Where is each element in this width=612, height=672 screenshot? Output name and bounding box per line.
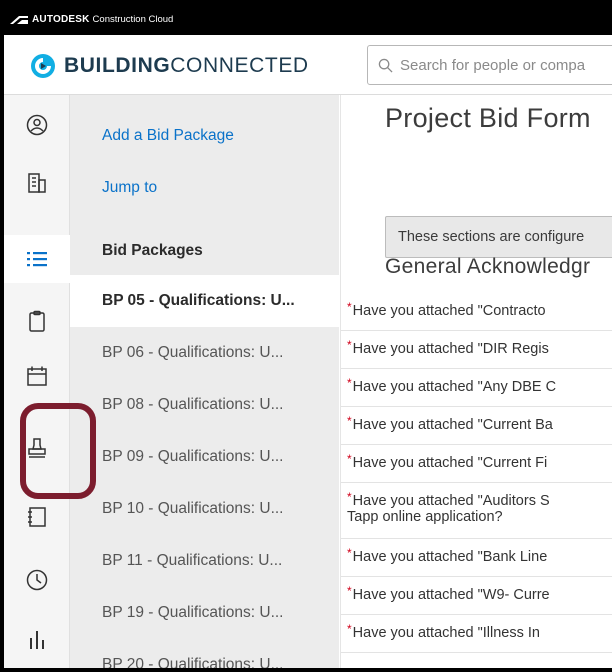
clock-icon bbox=[26, 569, 48, 591]
question-text: Have you attached "DIR Regis bbox=[352, 341, 549, 357]
question-row[interactable]: *Have you attached "Illness In bbox=[341, 615, 612, 653]
required-marker: * bbox=[347, 452, 352, 466]
question-row[interactable]: *Have you attached "Bank Line bbox=[341, 539, 612, 577]
bid-package-item[interactable]: BP 11 - Qualifications: U... bbox=[70, 535, 339, 587]
bid-package-item[interactable]: BP 20 - Qualifications: U... bbox=[70, 639, 339, 668]
bid-package-item[interactable]: BP 09 - Qualifications: U... bbox=[70, 431, 339, 483]
required-marker: * bbox=[347, 546, 352, 560]
bid-form-panel: Project Bid Form These sections are conf… bbox=[340, 95, 612, 668]
rail-notes[interactable] bbox=[4, 493, 70, 541]
question-row[interactable]: *Have you attached "Contracto bbox=[341, 293, 612, 331]
bid-packages-heading: Bid Packages bbox=[102, 242, 203, 259]
required-marker: * bbox=[347, 584, 352, 598]
app-header: BUILDINGCONNECTED bbox=[4, 35, 612, 95]
jump-to-link[interactable]: Jump to bbox=[102, 179, 157, 197]
question-text: Have you attached "Contracto bbox=[352, 303, 546, 319]
bid-package-item[interactable]: BP 08 - Qualifications: U... bbox=[70, 379, 339, 431]
bar-chart-icon bbox=[30, 631, 44, 649]
rail-qualifications[interactable] bbox=[4, 424, 70, 472]
search-input[interactable] bbox=[400, 56, 612, 74]
question-text: Have you attached "Any DBE C bbox=[352, 379, 557, 395]
question-row[interactable]: *Have you attached "Any DBE C bbox=[341, 369, 612, 407]
add-bid-package-link[interactable]: Add a Bid Package bbox=[102, 127, 234, 145]
calendar-icon bbox=[27, 366, 47, 386]
rail-companies[interactable] bbox=[4, 159, 70, 207]
building-icon bbox=[28, 173, 46, 193]
bid-package-item[interactable]: BP 06 - Qualifications: U... bbox=[70, 327, 339, 379]
autodesk-top-bar: AUTODESK Construction Cloud bbox=[4, 4, 612, 35]
required-marker: * bbox=[347, 490, 352, 504]
question-row[interactable]: *Have you attached "W9- Curre bbox=[341, 577, 612, 615]
autodesk-logo-icon bbox=[10, 15, 28, 24]
question-text: Have you attached "Current Fi bbox=[352, 455, 548, 471]
notebook-icon bbox=[28, 507, 46, 527]
rail-bid-board[interactable] bbox=[4, 235, 70, 283]
logo-mark-icon bbox=[31, 54, 55, 78]
autodesk-brand: AUTODESK bbox=[32, 14, 90, 25]
question-text: Have you attached "Bank Line bbox=[352, 549, 548, 565]
required-marker: * bbox=[347, 622, 352, 636]
buildingconnected-logo[interactable]: BUILDINGCONNECTED bbox=[30, 53, 309, 79]
rail-analytics[interactable] bbox=[4, 615, 70, 663]
question-text: Have you attached "Auditors S bbox=[352, 493, 550, 509]
question-text: Have you attached "W9- Curre bbox=[352, 587, 550, 603]
product-name: Construction Cloud bbox=[92, 14, 174, 25]
clipboard-icon bbox=[29, 310, 45, 332]
rail-calendar[interactable] bbox=[4, 352, 70, 400]
bid-package-item[interactable]: BP 10 - Qualifications: U... bbox=[70, 483, 339, 535]
list-icon bbox=[27, 252, 47, 267]
page-title: Project Bid Form bbox=[385, 103, 591, 133]
question-text: Have you attached "Illness In bbox=[352, 625, 540, 641]
question-text-line2: Tapp online application? bbox=[347, 509, 503, 525]
rail-profile[interactable] bbox=[4, 101, 70, 149]
app-window: AUTODESK Construction Cloud BUILDINGCONN… bbox=[4, 4, 612, 668]
search-box[interactable] bbox=[367, 45, 612, 85]
logo-text-bold: BUILDING bbox=[64, 54, 171, 77]
search-icon bbox=[378, 58, 393, 73]
question-row[interactable]: *Have you attached "Current Fi bbox=[341, 445, 612, 483]
bid-package-sidebar: Add a Bid Package Jump to Bid Packages B… bbox=[70, 95, 339, 668]
question-row[interactable]: *Have you attached "DIR Regis bbox=[341, 331, 612, 369]
required-marker: * bbox=[347, 300, 352, 314]
configuration-notice: These sections are configure bbox=[385, 216, 612, 258]
required-marker: * bbox=[347, 338, 352, 352]
required-marker: * bbox=[347, 376, 352, 390]
bid-package-item[interactable]: BP 05 - Qualifications: U... bbox=[70, 275, 339, 327]
bid-package-item[interactable]: BP 19 - Qualifications: U... bbox=[70, 587, 339, 639]
profile-icon bbox=[26, 114, 48, 136]
rail-history[interactable] bbox=[4, 556, 70, 604]
required-marker: * bbox=[347, 414, 352, 428]
question-row[interactable]: *Have you attached "Current Ba bbox=[341, 407, 612, 445]
section-heading: General Acknowledgr bbox=[385, 255, 591, 278]
icon-rail bbox=[4, 95, 70, 668]
question-row[interactable]: *Have you attached "Auditors S Tapp onlin… bbox=[341, 483, 612, 539]
stamp-icon bbox=[28, 438, 46, 458]
question-text: Have you attached "Current Ba bbox=[352, 417, 553, 433]
logo-text-light: CONNECTED bbox=[170, 54, 309, 77]
rail-tasks[interactable] bbox=[4, 297, 70, 345]
